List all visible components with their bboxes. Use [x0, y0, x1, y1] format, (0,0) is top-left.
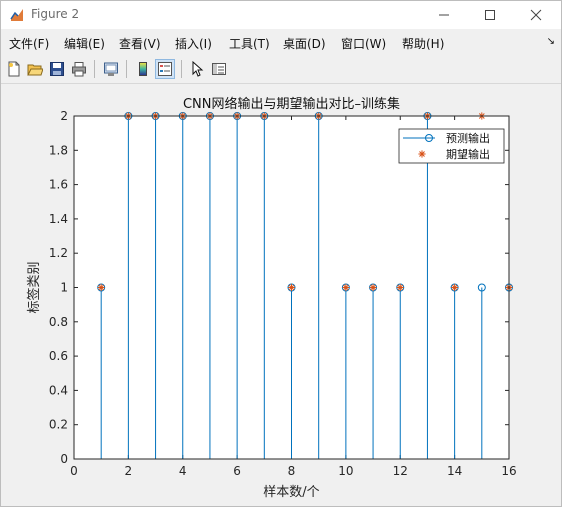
menu-tools[interactable]: 工具(T): [229, 35, 270, 52]
maximize-button[interactable]: [467, 1, 513, 29]
y-tick-label: 0.6: [49, 349, 68, 363]
x-tick-label: 6: [233, 464, 241, 478]
new-figure-icon: [8, 61, 20, 77]
save-icon: [50, 62, 64, 76]
x-tick-label: 14: [447, 464, 462, 478]
insert-legend-button[interactable]: [155, 59, 175, 79]
figure-canvas: 0 2 4 6 8 10 12 14 16 0 0.2 0.4 0.6 0.8 1 1.2 1.4 1.6 1.8 2…: [1, 85, 561, 506]
title-bar: Figure 2: [1, 1, 561, 29]
y-tick-label: 0.2: [49, 418, 68, 432]
print-button[interactable]: [69, 59, 89, 79]
edit-plot-button[interactable]: [187, 59, 207, 79]
toolbar: [1, 55, 561, 84]
menu-insert[interactable]: 插入(I): [175, 35, 212, 52]
menu-desktop[interactable]: 桌面(D): [283, 35, 326, 52]
save-button[interactable]: [47, 59, 67, 79]
close-button[interactable]: [513, 1, 559, 29]
menu-edit[interactable]: 编辑(E): [64, 35, 105, 52]
chart-title: CNN网络输出与期望输出对比–训练集: [183, 96, 400, 112]
matlab-app-icon: [9, 7, 25, 23]
insert-colorbar-button[interactable]: [133, 59, 153, 79]
x-tick-label: 8: [288, 464, 296, 478]
open-file-icon: [27, 64, 43, 76]
maximize-icon: [485, 10, 495, 20]
colorbar-icon: [139, 62, 147, 76]
toolbar-separator: [126, 60, 127, 78]
figure-window: Figure 2 文件(F) 编辑(E) 查看(V) 插入(I) 工具(T) 桌…: [0, 0, 562, 507]
x-axis-label: 样本数/个: [263, 485, 319, 500]
menu-window[interactable]: 窗口(W): [341, 35, 386, 52]
x-tick-label: 2: [125, 464, 133, 478]
y-tick-label: 0: [60, 452, 68, 466]
dock-arrow-icon[interactable]: ↘: [547, 36, 555, 47]
window-title: Figure 2: [31, 7, 80, 21]
stem-chart: 0 2 4 6 8 10 12 14 16 0 0.2 0.4 0.6 0.8 1 1.2 1.4 1.6 1.8 2…: [26, 96, 517, 500]
minimize-icon: [439, 14, 449, 16]
y-tick-label: 1: [60, 281, 68, 295]
menu-view[interactable]: 查看(V): [119, 35, 161, 52]
legend: 预测输出 期望输出: [398, 128, 505, 164]
menu-bar: 文件(F) 编辑(E) 查看(V) 插入(I) 工具(T) 桌面(D) 窗口(W…: [1, 31, 561, 53]
property-editor-icon: [212, 63, 226, 75]
y-tick-label: 2: [60, 109, 68, 123]
legend-label-predicted: 预测输出: [446, 131, 490, 145]
y-axis-label: 标签类别: [26, 261, 42, 313]
print-preview-icon: [104, 62, 118, 76]
toolbar-separator: [94, 60, 95, 78]
y-tick-label: 1.2: [49, 246, 68, 260]
y-tick-label: 0.8: [49, 315, 68, 329]
x-tick-label: 12: [393, 464, 408, 478]
x-tick-label: 4: [179, 464, 187, 478]
legend-icon: [158, 62, 172, 76]
y-tick-label: 1.4: [49, 212, 68, 226]
x-tick-label: 0: [70, 464, 78, 478]
toolbar-separator: [181, 60, 182, 78]
property-editor-button[interactable]: [209, 59, 229, 79]
print-icon: [72, 62, 86, 77]
menu-help[interactable]: 帮助(H): [402, 35, 444, 52]
y-tick-label: 1.6: [49, 178, 68, 192]
minimize-button[interactable]: [421, 1, 467, 29]
new-figure-button[interactable]: [4, 59, 24, 79]
x-tick-label: 10: [338, 464, 353, 478]
print-preview-button[interactable]: [101, 59, 121, 79]
y-tick-label: 0.4: [49, 383, 68, 397]
x-tick-label: 16: [501, 464, 516, 478]
close-icon: [530, 9, 542, 21]
legend-label-expected: 期望输出: [446, 147, 490, 161]
y-tick-label: 1.8: [49, 143, 68, 157]
pointer-icon: [192, 61, 204, 77]
open-file-button[interactable]: [25, 59, 45, 79]
menu-file[interactable]: 文件(F): [9, 35, 49, 52]
